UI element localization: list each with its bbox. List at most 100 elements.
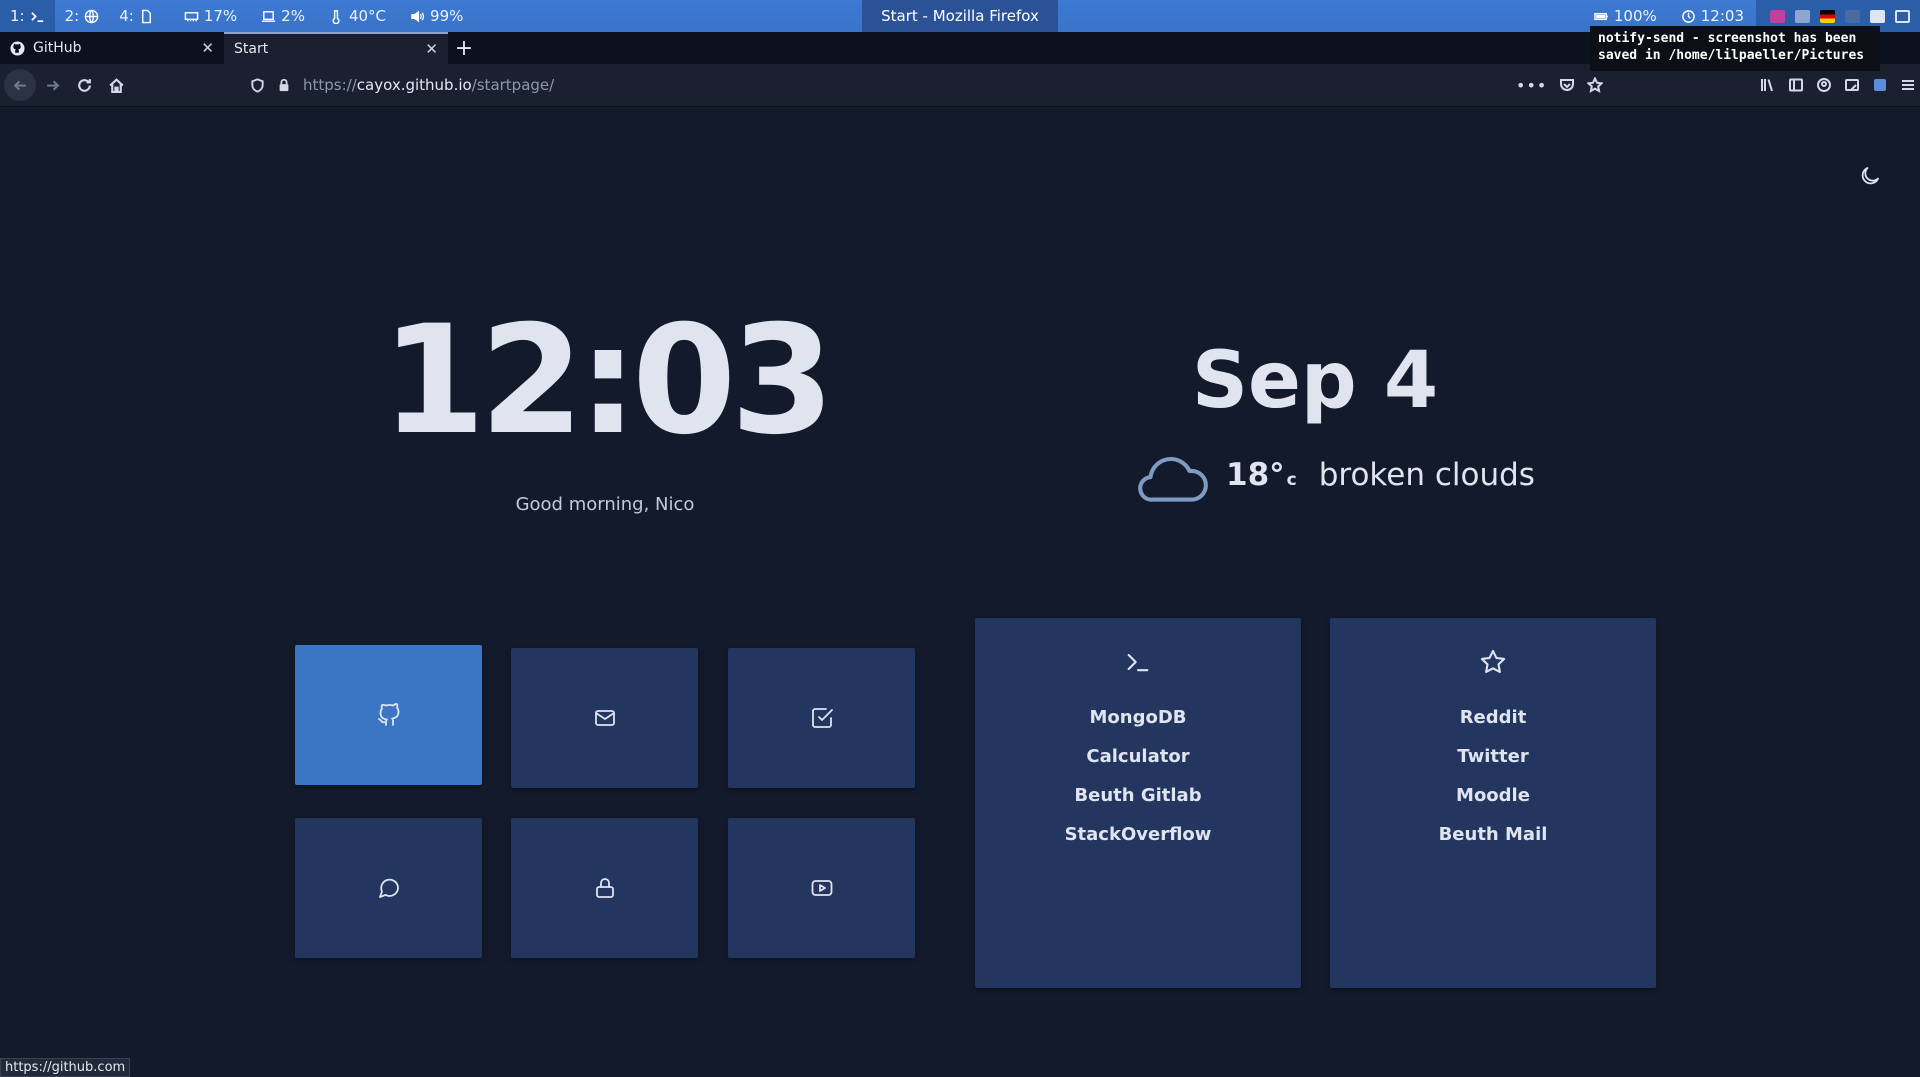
arrow-right-icon xyxy=(46,79,59,91)
tab-github-label: GitHub xyxy=(33,40,82,56)
menu-icon[interactable] xyxy=(1900,77,1916,93)
startpage: 12:03 Good morning, Nico Sep 4 18° c brok… xyxy=(0,106,1920,1077)
workspace-1-label: 1: xyxy=(10,7,25,25)
url-text: https://cayox.github.io/startpage/ xyxy=(303,76,554,94)
reload-button[interactable] xyxy=(68,69,100,101)
message-circle-icon xyxy=(378,878,399,898)
weather-widget: 18° c broken clouds xyxy=(1130,440,1535,510)
file-icon xyxy=(141,9,151,23)
terminal-icon xyxy=(1127,653,1149,672)
workspace-1[interactable]: 1: xyxy=(0,0,55,32)
thermometer-icon xyxy=(332,9,340,24)
url-path: /startpage/ xyxy=(471,76,555,94)
volume-value: 99% xyxy=(430,7,464,25)
tile-youtube[interactable] xyxy=(728,818,915,958)
back-button[interactable] xyxy=(4,69,36,101)
wifi-icon[interactable] xyxy=(1795,9,1810,23)
new-tab-button[interactable]: + xyxy=(448,32,480,64)
date-display: Sep 4 xyxy=(1191,336,1439,426)
big-clock: 12:03 xyxy=(381,294,834,468)
home-icon xyxy=(108,77,124,93)
notification-popup[interactable]: notify-send - screenshot has been saved … xyxy=(1590,26,1880,71)
page-divider xyxy=(0,106,1920,107)
flag-de-icon[interactable] xyxy=(1820,9,1835,23)
link-moodle[interactable]: Moodle xyxy=(1456,776,1530,815)
clock-icon xyxy=(1681,9,1695,23)
tile-chat[interactable] xyxy=(295,818,482,958)
github-icon xyxy=(377,703,399,726)
url-scheme: https:// xyxy=(303,76,357,94)
tile-github[interactable] xyxy=(295,645,482,785)
volume-indicator[interactable]: 99% xyxy=(398,0,475,32)
battery-value: 100% xyxy=(1613,7,1657,25)
laptop-icon xyxy=(262,10,276,22)
tray-app-icon[interactable] xyxy=(1770,9,1785,23)
forward-button[interactable] xyxy=(36,69,68,101)
tab-github[interactable]: GitHub ✕ xyxy=(0,32,224,64)
close-icon[interactable]: ✕ xyxy=(201,39,214,57)
weather-temperature: 18° xyxy=(1226,457,1285,493)
link-beuth-mail[interactable]: Beuth Mail xyxy=(1439,815,1548,854)
memory-icon xyxy=(184,11,199,21)
library-icon[interactable] xyxy=(1760,77,1776,93)
sidebar-icon[interactable] xyxy=(1788,77,1804,93)
bluetooth-icon[interactable] xyxy=(1845,9,1860,23)
link-reddit[interactable]: Reddit xyxy=(1460,698,1527,737)
tab-start-label: Start xyxy=(234,41,269,57)
lock-icon[interactable] xyxy=(277,78,291,92)
more-actions-icon[interactable]: ••• xyxy=(1516,76,1547,95)
globe-icon xyxy=(84,9,99,23)
temperature-value: 40°C xyxy=(348,7,387,25)
lock-icon xyxy=(595,878,614,898)
weather-unit: c xyxy=(1286,470,1297,490)
link-calculator[interactable]: Calculator xyxy=(1086,737,1189,776)
memory-value: 17% xyxy=(203,7,238,25)
github-icon xyxy=(10,40,25,56)
link-card-social: Reddit Twitter Moodle Beuth Mail xyxy=(1330,618,1656,988)
link-mongodb[interactable]: MongoDB xyxy=(1089,698,1186,737)
shield-icon[interactable] xyxy=(1870,9,1885,23)
workspace-2[interactable]: 2: xyxy=(55,0,110,32)
weather-temp-group: 18° c xyxy=(1226,457,1297,493)
battery-icon xyxy=(1594,12,1608,20)
account-icon[interactable] xyxy=(1816,77,1832,93)
extension-icon[interactable] xyxy=(1872,77,1888,93)
window-title: Start - Mozilla Firefox xyxy=(862,0,1058,32)
home-button[interactable] xyxy=(100,69,132,101)
shield-icon[interactable] xyxy=(250,77,265,93)
link-card-dev: MongoDB Calculator Beuth Gitlab StackOve… xyxy=(975,618,1301,988)
link-twitter[interactable]: Twitter xyxy=(1457,737,1528,776)
link-beuth-gitlab[interactable]: Beuth Gitlab xyxy=(1074,776,1201,815)
weather-description: broken clouds xyxy=(1318,457,1535,493)
tile-passwords[interactable] xyxy=(511,818,698,958)
greeting-text: Good morning, Nico xyxy=(515,494,695,515)
toolbar-right xyxy=(1760,68,1916,102)
page-action-icons: ••• xyxy=(1516,68,1604,102)
screenshot-icon[interactable] xyxy=(1844,77,1860,93)
star-icon[interactable] xyxy=(1587,77,1604,93)
tile-tasks[interactable] xyxy=(728,648,915,788)
workspace-2-label: 2: xyxy=(64,7,80,25)
pocket-icon[interactable] xyxy=(1559,77,1575,93)
cloud-icon xyxy=(1138,457,1208,502)
url-bar[interactable]: https://cayox.github.io/startpage/ xyxy=(250,68,1600,102)
arrow-left-icon xyxy=(13,79,26,91)
paperclip-icon[interactable] xyxy=(1895,9,1910,23)
status-url: https://github.com xyxy=(0,1058,131,1077)
youtube-icon xyxy=(811,880,832,896)
cpu-value: 2% xyxy=(281,7,305,25)
mail-icon xyxy=(594,710,615,726)
check-square-icon xyxy=(811,708,833,728)
volume-icon xyxy=(411,10,425,22)
close-icon[interactable]: ✕ xyxy=(425,40,438,58)
temperature-indicator: 40°C xyxy=(317,0,398,32)
reload-icon xyxy=(77,78,91,92)
moon-icon[interactable] xyxy=(1858,164,1882,188)
workspace-4[interactable]: 4: xyxy=(109,0,164,32)
tile-mail[interactable] xyxy=(511,648,698,788)
tab-start[interactable]: Start ✕ xyxy=(224,32,448,64)
memory-indicator: 17% xyxy=(172,0,249,32)
link-stackoverflow[interactable]: StackOverflow xyxy=(1065,815,1212,854)
star-icon xyxy=(1480,649,1506,673)
clock-value: 12:03 xyxy=(1700,7,1744,25)
